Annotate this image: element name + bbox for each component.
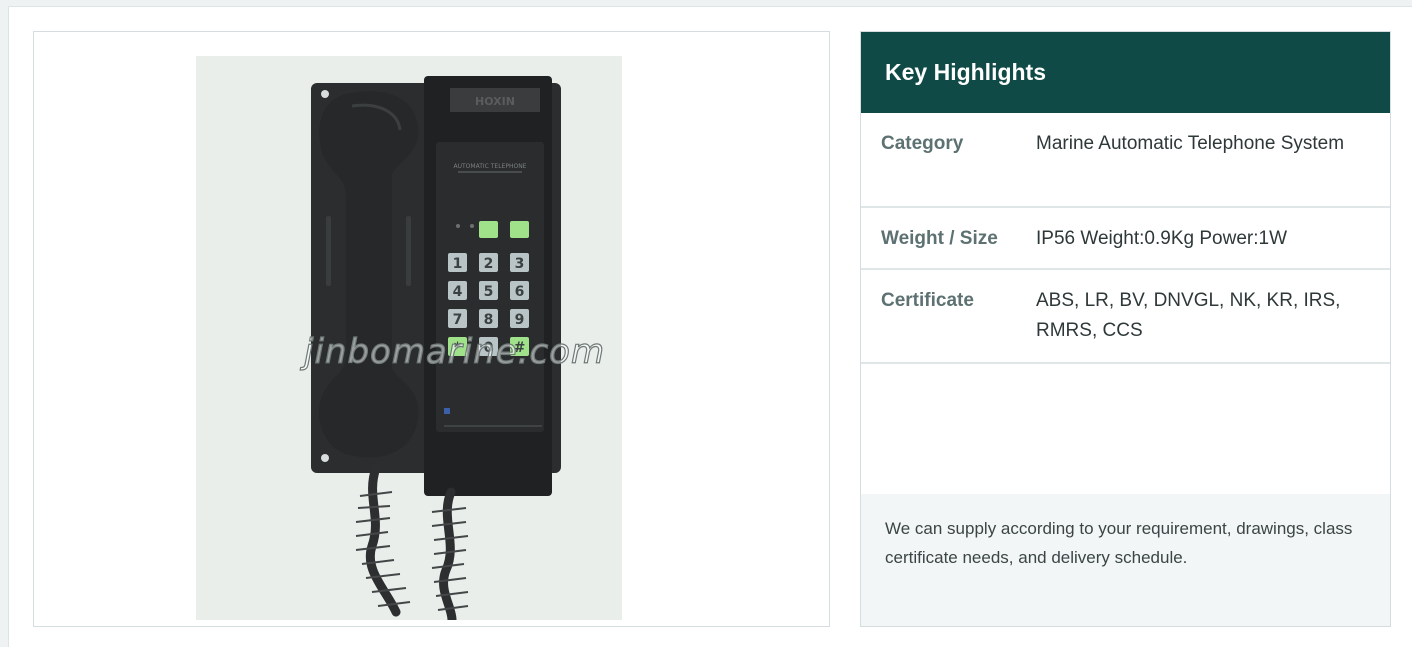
highlights-title: Key Highlights bbox=[861, 32, 1390, 113]
highlight-label: Certificate bbox=[881, 290, 974, 311]
svg-text:3: 3 bbox=[515, 256, 525, 272]
highlight-label: Weight / Size bbox=[881, 228, 998, 249]
highlight-label: Category bbox=[881, 133, 964, 154]
highlight-row-weight-size: Weight / Size IP56 Weight:0.9Kg Power:1W bbox=[861, 208, 1390, 270]
svg-text:2: 2 bbox=[484, 256, 494, 272]
keypad-title-text: AUTOMATIC TELEPHONE bbox=[454, 163, 527, 170]
svg-text:1: 1 bbox=[453, 256, 463, 272]
watermark-text: jinbomarine.com bbox=[303, 331, 606, 372]
highlight-row-certificate: Certificate ABS, LR, BV, DNVGL, NK, KR, … bbox=[861, 270, 1390, 364]
svg-text:4: 4 bbox=[453, 284, 463, 300]
brand-plate-text: HOXIN bbox=[475, 95, 515, 108]
key-highlights-panel: Key Highlights Category Marine Automatic… bbox=[860, 31, 1391, 627]
highlight-value: ABS, LR, BV, DNVGL, NK, KR, IRS, RMRS, C… bbox=[1036, 290, 1341, 341]
svg-text:9: 9 bbox=[515, 312, 525, 328]
svg-text:7: 7 bbox=[453, 312, 463, 328]
highlight-row-empty bbox=[861, 364, 1390, 496]
highlight-row-category: Category Marine Automatic Telephone Syst… bbox=[861, 113, 1390, 208]
highlight-value: IP56 Weight:0.9Kg Power:1W bbox=[1036, 228, 1287, 249]
highlight-value: Marine Automatic Telephone System bbox=[1036, 133, 1345, 154]
product-image-panel: HOXIN AUTOMATIC TELEPHONE 1 2 3 4 5 6 7 … bbox=[33, 31, 830, 627]
svg-text:6: 6 bbox=[515, 284, 525, 300]
product-section: HOXIN AUTOMATIC TELEPHONE 1 2 3 4 5 6 7 … bbox=[8, 6, 1412, 647]
supply-note: We can supply according to your requirem… bbox=[861, 494, 1390, 626]
svg-text:5: 5 bbox=[484, 284, 494, 300]
svg-text:8: 8 bbox=[484, 312, 494, 328]
